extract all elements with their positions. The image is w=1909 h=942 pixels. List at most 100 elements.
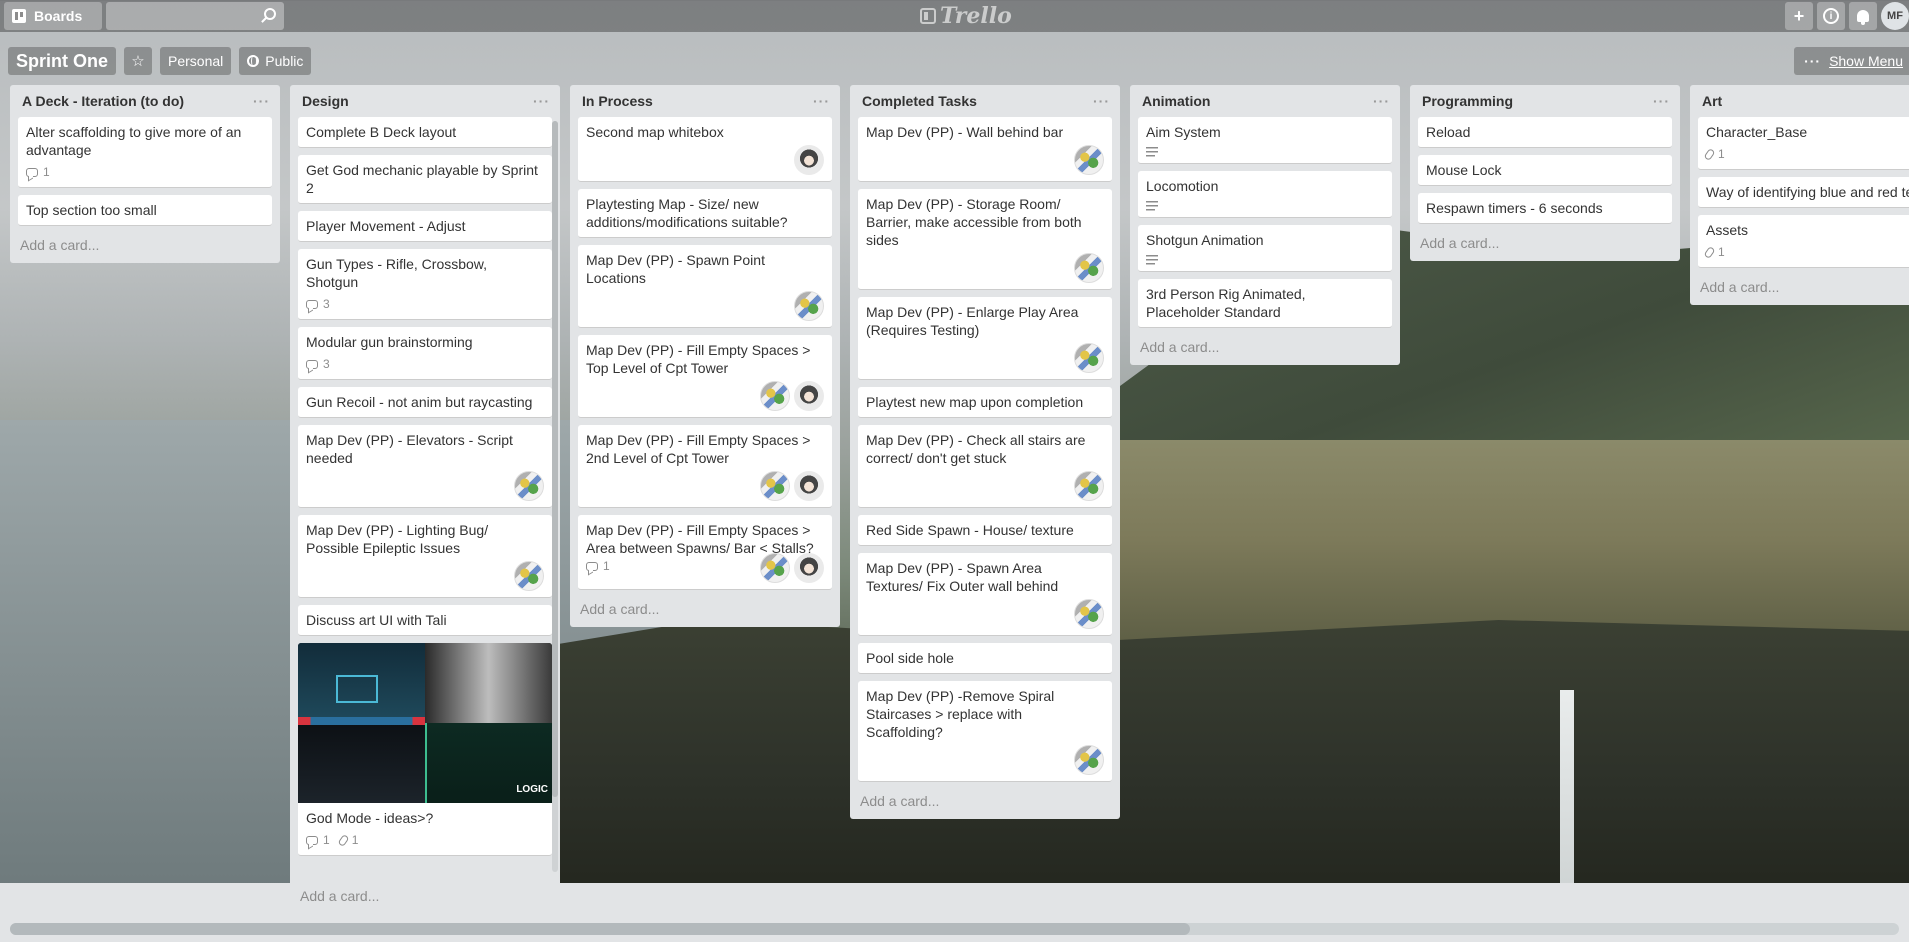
list-menu-icon[interactable]: ···	[253, 93, 270, 109]
card[interactable]: Assets 1	[1698, 215, 1909, 268]
search-input[interactable]	[106, 2, 284, 30]
card[interactable]: Map Dev (PP) - Check all stairs are corr…	[858, 425, 1112, 508]
card[interactable]: Map Dev (PP) - Fill Empty Spaces > Top L…	[578, 335, 832, 418]
card-members	[586, 471, 824, 501]
add-card-link[interactable]: Add a card...	[1130, 335, 1400, 361]
add-card-link[interactable]: Add a card...	[10, 233, 280, 259]
card-title: Gun Recoil - not anim but raycasting	[306, 394, 533, 410]
info-button[interactable]: i	[1817, 2, 1845, 30]
card[interactable]: Reload	[1418, 117, 1672, 148]
card[interactable]: Player Movement - Adjust	[298, 211, 552, 242]
member-avatar-pp[interactable]	[794, 291, 824, 321]
card[interactable]: Locomotion	[1138, 171, 1392, 218]
card[interactable]: Map Dev (PP) - Spawn Area Textures/ Fix …	[858, 553, 1112, 636]
list-menu-icon[interactable]: ···	[1373, 93, 1390, 109]
member-avatar-pp[interactable]	[514, 561, 544, 591]
member-avatar-pp[interactable]	[1074, 745, 1104, 775]
list-title[interactable]: Art	[1702, 93, 1722, 109]
board-title[interactable]: Sprint One	[8, 47, 117, 75]
card-title: Playtesting Map - Size/ new additions/mo…	[586, 196, 788, 230]
member-avatar-pp[interactable]	[760, 381, 790, 411]
search-box[interactable]	[106, 2, 284, 30]
card[interactable]: Map Dev (PP) - Fill Empty Spaces > Area …	[578, 515, 832, 590]
card[interactable]: Gun Types - Rifle, Crossbow, Shotgun 3	[298, 249, 552, 320]
card[interactable]: Map Dev (PP) - Fill Empty Spaces > 2nd L…	[578, 425, 832, 508]
cover-panel	[425, 643, 552, 723]
card[interactable]: Map Dev (PP) - Lighting Bug/ Possible Ep…	[298, 515, 552, 598]
card[interactable]: Map Dev (PP) - Enlarge Play Area (Requir…	[858, 297, 1112, 380]
card[interactable]: Mouse Lock	[1418, 155, 1672, 186]
member-avatar-pp[interactable]	[1074, 599, 1104, 629]
card[interactable]: Map Dev (PP) - Wall behind bar	[858, 117, 1112, 182]
list-title[interactable]: A Deck - Iteration (to do)	[22, 93, 184, 109]
avatar[interactable]: MF	[1881, 2, 1909, 30]
card[interactable]: 3rd Person Rig Animated, Placeholder Sta…	[1138, 279, 1392, 328]
card[interactable]: Modular gun brainstorming 3	[298, 327, 552, 380]
list-scrollbar[interactable]	[552, 121, 558, 872]
card[interactable]: Map Dev (PP) - Storage Room/ Barrier, ma…	[858, 189, 1112, 290]
member-avatar-girl[interactable]	[794, 381, 824, 411]
list-title[interactable]: Completed Tasks	[862, 93, 977, 109]
add-card-link[interactable]: Add a card...	[850, 789, 1120, 815]
card[interactable]: Top section too small	[18, 195, 272, 226]
list-title[interactable]: Design	[302, 93, 349, 109]
member-avatar-pp[interactable]	[1074, 471, 1104, 501]
search-icon[interactable]	[264, 8, 276, 20]
member-avatar-pp[interactable]	[1074, 343, 1104, 373]
member-avatar-pp[interactable]	[514, 471, 544, 501]
add-card-link[interactable]: Add a card...	[1690, 275, 1909, 301]
card[interactable]: Red Side Spawn - House/ texture	[858, 515, 1112, 546]
show-menu-button[interactable]: ··· Show Menu	[1794, 47, 1909, 75]
list-title[interactable]: Programming	[1422, 93, 1513, 109]
card[interactable]: Complete B Deck layout	[298, 117, 552, 148]
card[interactable]: Gun Recoil - not anim but raycasting	[298, 387, 552, 418]
member-avatar-pp[interactable]	[1074, 253, 1104, 283]
card[interactable]: Alter scaffolding to give more of an adv…	[18, 117, 272, 188]
member-avatar-pp[interactable]	[760, 553, 790, 583]
card[interactable]: Second map whitebox	[578, 117, 832, 182]
add-card-link[interactable]: Add a card...	[290, 878, 560, 912]
list-title[interactable]: In Process	[582, 93, 653, 109]
card[interactable]: Respawn timers - 6 seconds	[1418, 193, 1672, 224]
member-avatar-pp[interactable]	[1074, 145, 1104, 175]
card[interactable]: Playtesting Map - Size/ new additions/mo…	[578, 189, 832, 238]
member-avatar-pp[interactable]	[760, 471, 790, 501]
card[interactable]: Map Dev (PP) - Elevators - Script needed	[298, 425, 552, 508]
member-avatar-girl[interactable]	[794, 145, 824, 175]
list-menu-icon[interactable]: ···	[1653, 93, 1670, 109]
card[interactable]: Aim System	[1138, 117, 1392, 164]
team-button[interactable]: Personal	[160, 47, 232, 75]
add-card-link[interactable]: Add a card...	[570, 597, 840, 623]
add-card-link[interactable]: Add a card...	[1410, 231, 1680, 257]
card[interactable]: Character_Base 1	[1698, 117, 1909, 170]
card-list: Character_Base 1 Way of identifying blue a…	[1690, 117, 1909, 268]
list-menu-icon[interactable]: ···	[813, 93, 830, 109]
boards-button[interactable]: Boards	[4, 2, 102, 30]
card-badges	[1146, 145, 1384, 157]
list: Programming ··· Reload Mouse Lock Respawn ti…	[1410, 85, 1680, 261]
card[interactable]: Discuss art UI with Tali	[298, 605, 552, 636]
card[interactable]: God Mode - ideas>?11	[298, 643, 552, 856]
add-button[interactable]: +	[1785, 2, 1813, 30]
card[interactable]: Playtest new map upon completion	[858, 387, 1112, 418]
horizontal-scrollbar[interactable]	[10, 923, 1899, 935]
card[interactable]: Get God mechanic playable by Sprint 2	[298, 155, 552, 204]
member-avatar-girl[interactable]	[794, 471, 824, 501]
card[interactable]: Map Dev (PP) -Remove Spiral Staircases >…	[858, 681, 1112, 782]
trello-logo[interactable]: Trello	[920, 3, 1012, 29]
scrollbar-thumb[interactable]	[10, 923, 1190, 935]
card[interactable]: Pool side hole	[858, 643, 1112, 674]
member-avatar-girl[interactable]	[794, 553, 824, 583]
star-button[interactable]: ☆	[124, 47, 153, 75]
card[interactable]: Shotgun Animation	[1138, 225, 1392, 272]
list-menu-icon[interactable]: ···	[533, 93, 550, 109]
list-title[interactable]: Animation	[1142, 93, 1210, 109]
card-title: God Mode - ideas>?	[306, 810, 434, 826]
card[interactable]: Map Dev (PP) - Spawn Point Locations	[578, 245, 832, 328]
card[interactable]: Way of identifying blue and red te	[1698, 177, 1909, 208]
visibility-button[interactable]: Public	[239, 47, 312, 75]
notifications-button[interactable]	[1849, 2, 1877, 30]
paperclip-icon	[1703, 147, 1716, 161]
list-menu-icon[interactable]: ···	[1093, 93, 1110, 109]
card-title: Map Dev (PP) - Fill Empty Spaces > 2nd L…	[586, 432, 811, 466]
